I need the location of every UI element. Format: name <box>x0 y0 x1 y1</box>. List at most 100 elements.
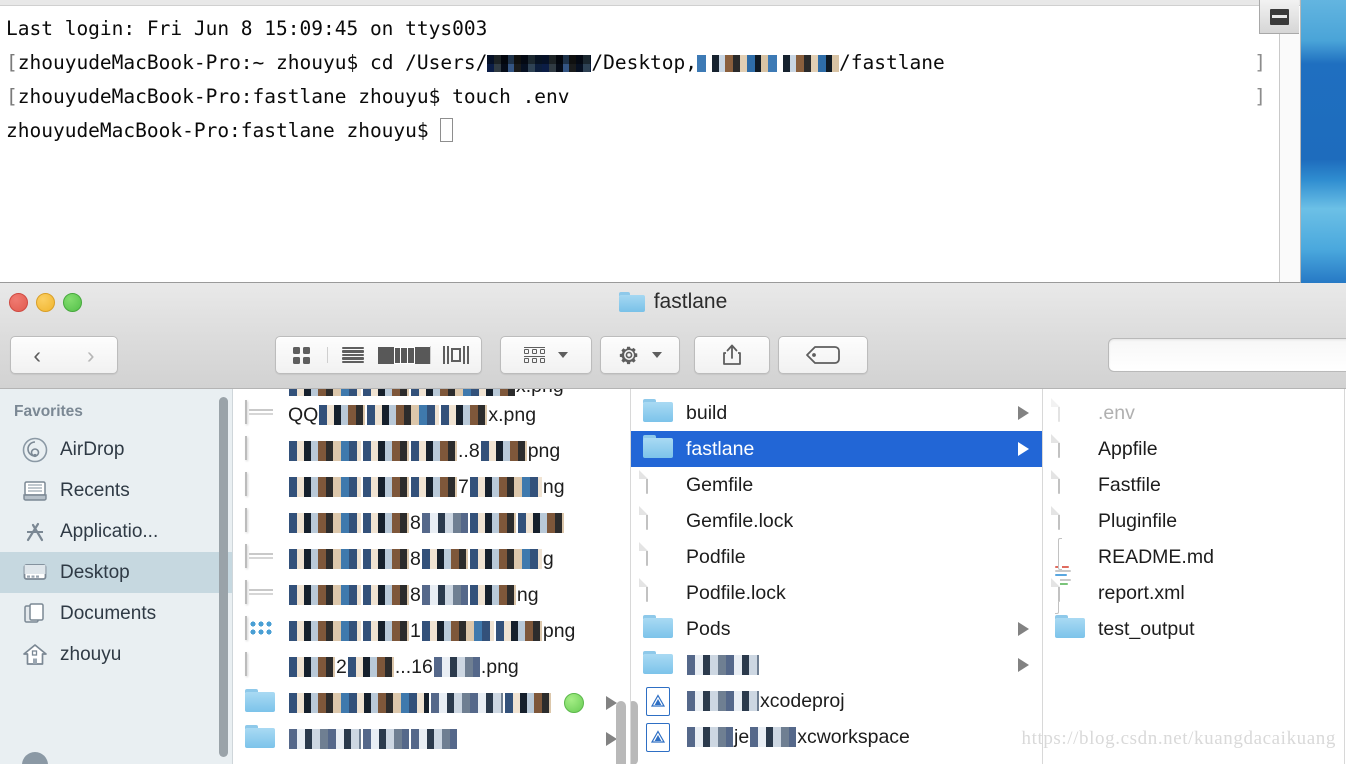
image-thumbnail-icon <box>245 544 279 573</box>
file-name: test_output <box>1098 617 1195 640</box>
chevron-down-icon <box>558 352 568 358</box>
redacted-text <box>363 389 409 396</box>
list-item[interactable]: Podfile.lock <box>631 575 1042 611</box>
list-item[interactable]: Gemfile.lock <box>631 503 1042 539</box>
redacted-text <box>367 404 440 425</box>
view-mode-group <box>275 336 482 374</box>
redacted-text <box>469 512 516 533</box>
finder-content: Favorites AirDrop Recents Applicatio... … <box>0 389 1346 764</box>
list-item[interactable]: .env <box>1043 395 1344 431</box>
file-name-tail: png <box>542 619 576 642</box>
terminal-scrollbar[interactable] <box>1279 7 1300 282</box>
disclosure-arrow-icon[interactable] <box>1018 406 1029 420</box>
redacted-folder <box>697 55 840 72</box>
sidebar-item-partial-icon[interactable] <box>22 752 48 764</box>
sidebar-section-favorites: Favorites <box>14 403 83 420</box>
list-item[interactable]: Pluginfile <box>1043 503 1344 539</box>
list-item[interactable]: test_output <box>1043 611 1344 647</box>
disclosure-arrow-icon[interactable] <box>1018 442 1029 456</box>
terminal-line-path: /Desktop, <box>591 51 698 74</box>
list-item[interactable] <box>233 685 630 721</box>
redacted-text <box>347 656 394 677</box>
terminal-line: [zhouyudeMacBook-Pro:fastlane zhouyu$ to… <box>6 80 1280 114</box>
list-item[interactable]: x.png <box>233 389 630 397</box>
redacted-text <box>289 512 361 533</box>
list-item[interactable] <box>631 647 1042 683</box>
image-thumbnail-icon <box>245 616 279 645</box>
search-input[interactable] <box>1108 338 1346 372</box>
window-menu-icon[interactable] <box>1259 0 1299 34</box>
sidebar-item-label: AirDrop <box>60 438 125 460</box>
sidebar-item-recents[interactable]: Recents <box>0 470 233 511</box>
tags-button[interactable] <box>778 336 868 374</box>
list-item[interactable] <box>233 721 630 757</box>
file-name: xcworkspace <box>797 725 910 748</box>
file-name: Podfile.lock <box>686 581 786 604</box>
redacted-text <box>363 728 409 749</box>
sidebar-item-desktop[interactable]: Desktop <box>0 552 233 593</box>
screen: Last login: Fri Jun 8 15:09:45 on ttys00… <box>0 0 1346 764</box>
back-button[interactable]: ‹ <box>11 342 64 369</box>
terminal-line: Last login: Fri Jun 8 15:09:45 on ttys00… <box>6 12 1280 46</box>
list-item[interactable]: 2 ...16 .png <box>233 649 630 685</box>
terminal-output[interactable]: Last login: Fri Jun 8 15:09:45 on ttys00… <box>0 7 1280 282</box>
list-item[interactable]: 8g <box>233 541 630 577</box>
list-item[interactable]: 8 <box>233 505 630 541</box>
list-item[interactable]: 8 ng <box>233 577 630 613</box>
xcode-workspace-icon <box>643 723 677 752</box>
terminal-title-strip <box>0 0 1300 6</box>
list-item[interactable]: Gemfile <box>631 467 1042 503</box>
applications-icon <box>22 519 48 545</box>
disclosure-arrow-icon[interactable] <box>1018 658 1029 672</box>
list-item[interactable]: Appfile <box>1043 431 1344 467</box>
list-item[interactable]: QQ x.png <box>233 397 630 433</box>
document-icon <box>1055 578 1089 607</box>
image-thumbnail-icon <box>245 400 279 429</box>
file-name-visible: 8 <box>410 547 421 570</box>
redacted-text <box>289 440 361 461</box>
list-item[interactable]: README.md <box>1043 538 1344 614</box>
list-view-button[interactable] <box>326 347 379 363</box>
disclosure-arrow-icon[interactable] <box>1018 622 1029 636</box>
list-item[interactable]: Podfile <box>631 539 1042 575</box>
file-name-tail: ng <box>516 583 539 606</box>
gallery-icon <box>442 346 469 364</box>
image-thumbnail-icon <box>245 652 279 681</box>
list-item[interactable]: report.xml <box>1043 575 1344 611</box>
list-item[interactable]: xcodeproj <box>631 683 1042 719</box>
sidebar-scrollbar[interactable] <box>219 397 228 757</box>
list-item[interactable]: Pods <box>631 611 1042 647</box>
icon-view-button[interactable] <box>276 346 327 364</box>
sidebar-item-airdrop[interactable]: AirDrop <box>0 429 233 470</box>
list-item[interactable]: je xcworkspace <box>631 719 1042 755</box>
redacted-text <box>289 476 361 497</box>
redacted-text <box>411 476 457 497</box>
action-button[interactable] <box>600 336 680 374</box>
file-name: Pluginfile <box>1098 509 1178 532</box>
list-item[interactable]: ..8 png <box>233 433 630 469</box>
column-scrollbar[interactable] <box>616 701 626 764</box>
redacted-text <box>363 440 409 461</box>
sidebar-item-applications[interactable]: Applicatio... <box>0 511 233 552</box>
list-item[interactable]: build <box>631 395 1042 431</box>
finder-titlebar: fastlane ‹ › <box>0 283 1346 389</box>
file-name-prefix: QQ <box>288 403 319 426</box>
list-item[interactable]: 1 png <box>233 613 630 649</box>
column-view-button[interactable] <box>378 346 430 364</box>
file-name: .env <box>1098 401 1135 424</box>
folder-icon <box>643 615 677 643</box>
sidebar-item-documents[interactable]: Documents <box>0 593 233 634</box>
gallery-view-button[interactable] <box>429 346 482 364</box>
forward-button[interactable]: › <box>65 342 118 369</box>
sidebar-item-label: Desktop <box>60 561 130 583</box>
sidebar-item-home[interactable]: zhouyu <box>0 634 233 675</box>
list-item-selected[interactable]: fastlane <box>631 431 1042 467</box>
column-scrollbar[interactable] <box>631 701 638 764</box>
list-item[interactable]: Fastfile <box>1043 467 1344 503</box>
redacted-text <box>687 654 759 675</box>
list-item[interactable]: 7 ng <box>233 469 630 505</box>
arrange-button[interactable] <box>500 336 592 374</box>
share-button[interactable] <box>694 336 770 374</box>
file-name-visible: 8 <box>410 511 421 534</box>
file-name: report.xml <box>1098 581 1185 604</box>
